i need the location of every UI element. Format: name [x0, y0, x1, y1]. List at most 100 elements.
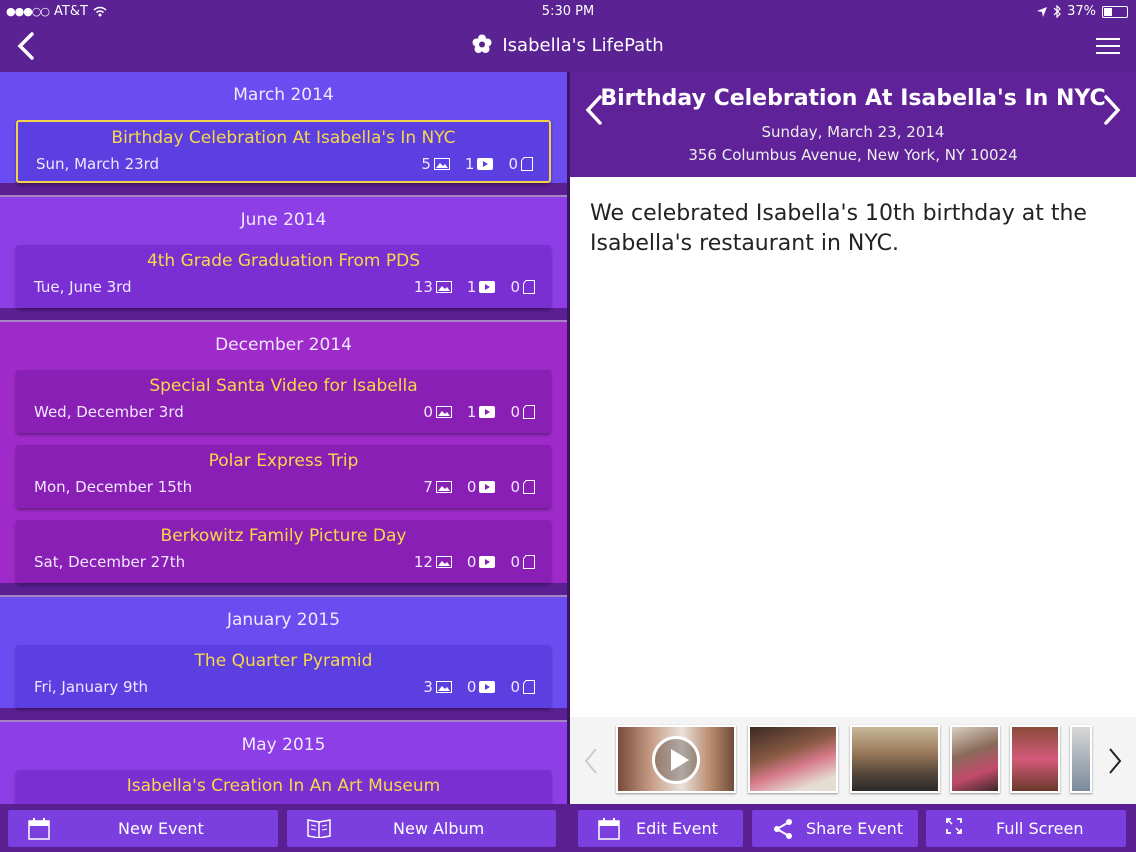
- new-event-button[interactable]: New Event: [8, 810, 278, 847]
- detail-title: Birthday Celebration At Isabella's In NY…: [600, 86, 1106, 111]
- photo-icon: [435, 406, 452, 418]
- next-event-icon[interactable]: [1102, 94, 1122, 126]
- calendar-icon: [28, 818, 50, 840]
- video-count: 1: [466, 278, 477, 296]
- thumbnails-next-icon[interactable]: [1108, 747, 1122, 775]
- event-card[interactable]: The Quarter Pyramid Fri, January 9th 3 0…: [16, 645, 551, 708]
- app-title: Isabella's LifePath: [0, 34, 1136, 56]
- play-icon[interactable]: [652, 736, 700, 784]
- location-icon: [1037, 6, 1048, 17]
- month-header: May 2015: [241, 735, 326, 755]
- event-card[interactable]: Isabella's Creation In An Art Museum: [16, 770, 551, 804]
- photo-count: 12: [413, 553, 433, 571]
- hamburger-menu-icon[interactable]: [1096, 38, 1120, 56]
- event-counts: 12 0 0: [414, 553, 535, 571]
- event-card[interactable]: Birthday Celebration At Isabella's In NY…: [16, 120, 551, 183]
- event-title: Birthday Celebration At Isabella's In NY…: [111, 128, 456, 148]
- event-counts: 5 1 0: [421, 155, 533, 173]
- edit-event-button[interactable]: Edit Event: [578, 810, 743, 847]
- month-group: June 2014 4th Grade Graduation From PDS …: [0, 197, 567, 308]
- video-count: 0: [466, 478, 477, 496]
- event-title: Polar Express Trip: [208, 451, 359, 471]
- top-bar: ●●●○○ AT&T 5:30 PM 37% Isabella's LifePa…: [0, 0, 1136, 72]
- doc-count: 0: [510, 403, 520, 421]
- video-icon: [477, 158, 494, 170]
- photo-thumbnail[interactable]: [950, 725, 1000, 793]
- event-title: 4th Grade Graduation From PDS: [146, 251, 421, 271]
- document-icon: [523, 680, 535, 694]
- photo-thumbnail[interactable]: [1010, 725, 1060, 793]
- month-group: May 2015 Isabella's Creation In An Art M…: [0, 722, 567, 804]
- full-screen-label: Full Screen: [996, 819, 1084, 838]
- event-date: Mon, December 15th: [34, 478, 193, 496]
- document-icon: [523, 555, 535, 569]
- edit-event-label: Edit Event: [636, 819, 718, 838]
- event-counts: 13 1 0: [414, 278, 535, 296]
- event-date: Fri, January 9th: [34, 678, 148, 696]
- photo-thumbnail[interactable]: [850, 725, 940, 793]
- photo-count: 5: [421, 155, 431, 173]
- detail-date: Sunday, March 23, 2014: [761, 123, 945, 141]
- video-icon: [479, 681, 496, 693]
- app-title-text: Isabella's LifePath: [502, 35, 664, 56]
- event-card[interactable]: Berkowitz Family Picture Day Sat, Decemb…: [16, 520, 551, 583]
- clock: 5:30 PM: [541, 4, 595, 19]
- event-date: Wed, December 3rd: [34, 403, 184, 421]
- event-title: Isabella's Creation In An Art Museum: [126, 776, 441, 796]
- photo-count: 0: [423, 403, 433, 421]
- new-album-label: New Album: [393, 819, 485, 838]
- expand-icon: [946, 818, 962, 834]
- video-count: 1: [466, 403, 477, 421]
- share-icon: [774, 819, 792, 839]
- event-card[interactable]: Polar Express Trip Mon, December 15th 7 …: [16, 445, 551, 508]
- event-detail-header: Birthday Celebration At Isabella's In NY…: [570, 72, 1136, 177]
- event-date: Sun, March 23rd: [36, 155, 160, 173]
- event-title: The Quarter Pyramid: [194, 651, 373, 671]
- month-group: March 2014 Birthday Celebration At Isabe…: [0, 72, 567, 183]
- document-icon: [521, 157, 533, 171]
- month-header: March 2014: [233, 85, 334, 105]
- photo-icon: [435, 481, 452, 493]
- event-card[interactable]: 4th Grade Graduation From PDS Tue, June …: [16, 245, 551, 308]
- share-event-button[interactable]: Share Event: [752, 810, 918, 847]
- video-count: 0: [466, 553, 477, 571]
- photo-icon: [435, 556, 452, 568]
- full-screen-button[interactable]: Full Screen: [926, 810, 1126, 847]
- video-icon: [479, 481, 496, 493]
- battery-percent: 37%: [1067, 4, 1096, 19]
- photo-icon: [435, 681, 452, 693]
- month-group: December 2014 Special Santa Video for Is…: [0, 322, 567, 583]
- bottom-toolbar: New Event New Album Edit Event Share Eve…: [0, 804, 1136, 852]
- doc-count: 0: [510, 553, 520, 571]
- month-group: January 2015 The Quarter Pyramid Fri, Ja…: [0, 597, 567, 708]
- video-icon: [479, 406, 496, 418]
- event-date: Sat, December 27th: [34, 553, 186, 571]
- doc-count: 0: [508, 155, 518, 173]
- event-list: March 2014 Birthday Celebration At Isabe…: [0, 72, 567, 804]
- doc-count: 0: [510, 278, 520, 296]
- photo-icon: [433, 158, 450, 170]
- battery-icon: [1102, 5, 1128, 18]
- thumbnails-prev-icon[interactable]: [584, 747, 598, 775]
- event-card[interactable]: Special Santa Video for Isabella Wed, De…: [16, 370, 551, 433]
- video-thumbnail[interactable]: [616, 725, 736, 793]
- photo-thumbnail[interactable]: [748, 725, 838, 793]
- new-album-button[interactable]: New Album: [287, 810, 556, 847]
- photo-count: 3: [423, 678, 433, 696]
- doc-count: 0: [510, 478, 520, 496]
- document-icon: [523, 280, 535, 294]
- video-count: 1: [464, 155, 475, 173]
- status-bar: ●●●○○ AT&T 5:30 PM 37%: [0, 0, 1136, 24]
- event-title: Special Santa Video for Isabella: [149, 376, 418, 396]
- document-icon: [523, 480, 535, 494]
- month-header: December 2014: [215, 335, 352, 355]
- event-title: Berkowitz Family Picture Day: [160, 526, 407, 546]
- event-description: We celebrated Isabella's 10th birthday a…: [590, 201, 1087, 256]
- document-icon: [523, 405, 535, 419]
- event-date: Tue, June 3rd: [34, 278, 132, 296]
- new-event-label: New Event: [118, 819, 204, 838]
- doc-count: 0: [510, 678, 520, 696]
- video-count: 0: [466, 678, 477, 696]
- photo-thumbnail[interactable]: [1070, 725, 1092, 793]
- share-event-label: Share Event: [806, 819, 904, 838]
